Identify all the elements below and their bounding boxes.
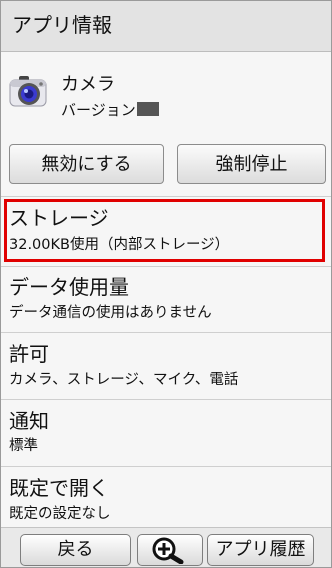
app-bar: アプリ情報	[1, 1, 331, 52]
back-button[interactable]: 戻る	[20, 534, 131, 566]
app-version: バージョン	[61, 100, 159, 120]
version-label: バージョン	[61, 101, 136, 119]
app-name: カメラ	[61, 74, 115, 95]
force-stop-button[interactable]: 強制停止	[177, 144, 326, 184]
bottom-bar: 戻る アプリ履歴	[1, 527, 331, 567]
disable-button[interactable]: 無効にする	[9, 144, 164, 184]
zoom-in-icon	[152, 537, 184, 565]
item-subtitle: カメラ、ストレージ、マイク、電話	[9, 372, 239, 388]
version-redacted	[136, 102, 159, 116]
data-usage-item[interactable]: データ使用量 データ通信の使用はありません	[1, 267, 331, 331]
zoom-button[interactable]	[137, 534, 203, 566]
app-history-button[interactable]: アプリ履歴	[207, 534, 314, 566]
app-summary: カメラ バージョン	[1, 53, 331, 131]
item-title: 許可	[9, 342, 49, 366]
camera-icon	[9, 76, 47, 107]
item-subtitle: 標準	[9, 438, 38, 454]
item-subtitle: データ通信の使用はありません	[9, 305, 212, 321]
highlight-box	[4, 199, 325, 262]
page-title: アプリ情報	[12, 13, 112, 37]
open-by-default-item[interactable]: 既定で開く 既定の設定なし	[1, 467, 331, 531]
divider	[1, 196, 331, 197]
screen-frame: アプリ情報 カメラ バージョン 無効にする 強制停止 ストレージ 32.00KB…	[0, 0, 332, 568]
permissions-item[interactable]: 許可 カメラ、ストレージ、マイク、電話	[1, 333, 331, 397]
item-subtitle: 既定の設定なし	[9, 506, 111, 522]
notifications-item[interactable]: 通知 標準	[1, 400, 331, 464]
item-title: データ使用量	[9, 275, 129, 299]
item-title: 既定で開く	[9, 476, 109, 500]
item-title: 通知	[9, 409, 49, 433]
